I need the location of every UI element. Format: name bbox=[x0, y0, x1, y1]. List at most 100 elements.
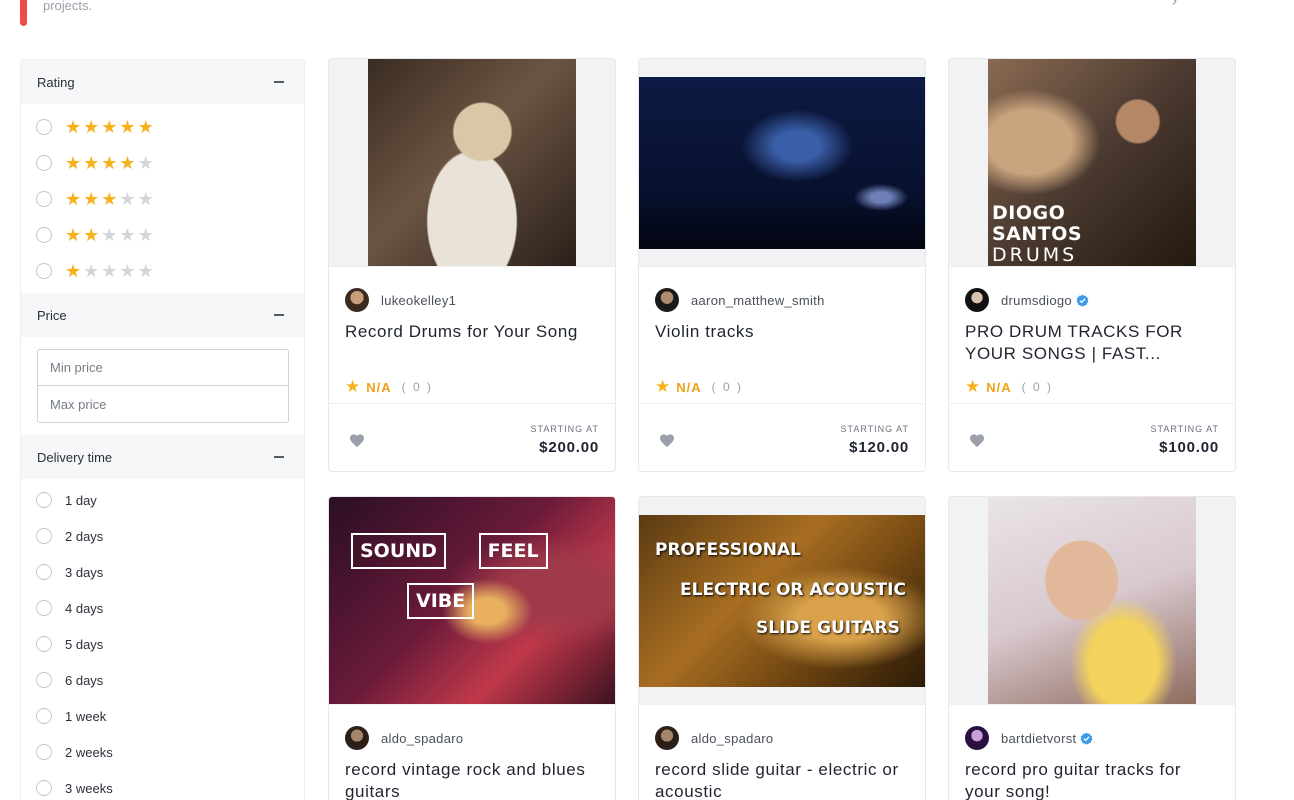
minus-icon[interactable] bbox=[274, 314, 284, 316]
gig-card[interactable]: bartdietvorst record pro guitar tracks f… bbox=[948, 496, 1236, 800]
seller-name[interactable]: bartdietvorst bbox=[1001, 731, 1076, 746]
verified-badge-icon bbox=[1081, 732, 1093, 745]
radio-button[interactable] bbox=[36, 600, 52, 616]
radio-button[interactable] bbox=[36, 227, 52, 243]
star-rating-5: ★ ★ ★ ★ ★ bbox=[65, 117, 154, 137]
price-label: STARTING AT bbox=[840, 424, 909, 434]
rating-option-1[interactable]: ★ ★ ★ ★ ★ bbox=[21, 253, 304, 289]
delivery-filter-header[interactable]: Delivery time bbox=[21, 435, 304, 479]
star-rating-1: ★ ★ ★ ★ ★ bbox=[65, 261, 154, 281]
price-inputs bbox=[21, 337, 304, 435]
guitarist-selfie-photo bbox=[988, 497, 1196, 704]
banner-right-text: y bbox=[1172, 0, 1179, 5]
gig-title[interactable]: PRO DRUM TRACKS FOR YOUR SONGS | FAST... bbox=[949, 315, 1235, 371]
delivery-option[interactable]: 3 days bbox=[21, 554, 304, 590]
gig-title[interactable]: Record Drums for Your Song bbox=[329, 315, 615, 371]
price-value: $120.00 bbox=[849, 439, 909, 456]
avatar[interactable] bbox=[965, 288, 989, 312]
delivery-filter-title: Delivery time bbox=[37, 449, 113, 465]
gig-card[interactable]: PROFESSIONAL ELECTRIC OR ACOUSTIC SLIDE … bbox=[638, 496, 926, 800]
max-price-input[interactable] bbox=[37, 386, 289, 423]
delivery-option[interactable]: 1 week bbox=[21, 698, 304, 734]
seller-name[interactable]: lukeokelley1 bbox=[381, 293, 456, 308]
heart-icon[interactable] bbox=[349, 433, 365, 448]
radio-button[interactable] bbox=[36, 564, 52, 580]
gig-card[interactable]: DIOGO SANTOS DRUMS drumsdiogo PRO DRUM T… bbox=[948, 58, 1236, 472]
star-rating-3: ★ ★ ★ ★ ★ bbox=[65, 189, 154, 209]
seller-name[interactable]: aldo_spadaro bbox=[691, 731, 773, 746]
delivery-option-label: 3 weeks bbox=[65, 780, 113, 796]
delivery-option-label: 6 days bbox=[65, 672, 104, 688]
rating-option-3[interactable]: ★ ★ ★ ★ ★ bbox=[21, 181, 304, 217]
rating-option-2[interactable]: ★ ★ ★ ★ ★ bbox=[21, 217, 304, 253]
gig-thumbnail[interactable] bbox=[329, 59, 615, 267]
gig-card[interactable]: SOUND FEEL VIBE aldo_spadaro record vint… bbox=[328, 496, 616, 800]
card-footer: STARTING AT $200.00 bbox=[329, 403, 615, 471]
star-icon: ★ bbox=[345, 377, 361, 396]
price-value: $200.00 bbox=[539, 439, 599, 456]
rating-value: N/A bbox=[986, 379, 1012, 395]
radio-button[interactable] bbox=[36, 263, 52, 279]
thumbnail-caption: DIOGO SANTOS DRUMS bbox=[992, 202, 1083, 266]
info-banner: projects. y bbox=[0, 0, 1294, 28]
review-count: ( 0 ) bbox=[1021, 380, 1053, 394]
delivery-option[interactable]: 3 weeks bbox=[21, 770, 304, 800]
minus-icon[interactable] bbox=[274, 456, 284, 458]
minus-icon[interactable] bbox=[274, 81, 284, 83]
delivery-option[interactable]: 5 days bbox=[21, 626, 304, 662]
drummer-photo bbox=[368, 59, 576, 266]
price-filter-title: Price bbox=[37, 307, 67, 323]
avatar[interactable] bbox=[655, 288, 679, 312]
banner-text: projects. bbox=[43, 0, 93, 13]
gig-thumbnail[interactable]: DIOGO SANTOS DRUMS bbox=[949, 59, 1235, 267]
gig-thumbnail[interactable] bbox=[639, 59, 925, 267]
radio-button[interactable] bbox=[36, 492, 52, 508]
star-icon: ★ bbox=[655, 377, 671, 396]
star-rating-4: ★ ★ ★ ★ ★ bbox=[65, 153, 154, 173]
avatar[interactable] bbox=[655, 726, 679, 750]
star-icon: ★ bbox=[965, 377, 981, 396]
heart-icon[interactable] bbox=[969, 433, 985, 448]
avatar[interactable] bbox=[345, 288, 369, 312]
delivery-option[interactable]: 1 day bbox=[21, 482, 304, 518]
gig-card[interactable]: lukeokelley1 Record Drums for Your Song … bbox=[328, 58, 616, 472]
gig-thumbnail[interactable]: PROFESSIONAL ELECTRIC OR ACOUSTIC SLIDE … bbox=[639, 497, 925, 705]
radio-button[interactable] bbox=[36, 528, 52, 544]
gig-title[interactable]: record vintage rock and blues guitars bbox=[329, 753, 615, 800]
min-price-input[interactable] bbox=[37, 349, 289, 386]
radio-button[interactable] bbox=[36, 780, 52, 796]
price-filter-header[interactable]: Price bbox=[21, 293, 304, 337]
rating-filter-header[interactable]: Rating bbox=[21, 60, 304, 104]
delivery-option[interactable]: 2 days bbox=[21, 518, 304, 554]
avatar[interactable] bbox=[345, 726, 369, 750]
rating-option-5[interactable]: ★ ★ ★ ★ ★ bbox=[21, 109, 304, 145]
delivery-option[interactable]: 6 days bbox=[21, 662, 304, 698]
radio-button[interactable] bbox=[36, 672, 52, 688]
gig-thumbnail[interactable]: SOUND FEEL VIBE bbox=[329, 497, 615, 705]
heart-icon[interactable] bbox=[659, 433, 675, 448]
radio-button[interactable] bbox=[36, 119, 52, 135]
gig-rating: ★ N/A ( 0 ) bbox=[329, 371, 615, 403]
rating-option-4[interactable]: ★ ★ ★ ★ ★ bbox=[21, 145, 304, 181]
radio-button[interactable] bbox=[36, 708, 52, 724]
seller-name[interactable]: drumsdiogo bbox=[1001, 293, 1072, 308]
radio-button[interactable] bbox=[36, 155, 52, 171]
gig-title[interactable]: Violin tracks bbox=[639, 315, 925, 371]
delivery-option[interactable]: 2 weeks bbox=[21, 734, 304, 770]
radio-button[interactable] bbox=[36, 636, 52, 652]
delivery-option-label: 2 weeks bbox=[65, 744, 113, 760]
seller-info: lukeokelley1 bbox=[329, 267, 615, 315]
seller-name[interactable]: aldo_spadaro bbox=[381, 731, 463, 746]
gig-rating: ★ N/A ( 0 ) bbox=[949, 371, 1235, 403]
delivery-option-label: 4 days bbox=[65, 600, 104, 616]
avatar[interactable] bbox=[965, 726, 989, 750]
radio-button[interactable] bbox=[36, 191, 52, 207]
radio-button[interactable] bbox=[36, 744, 52, 760]
seller-name[interactable]: aaron_matthew_smith bbox=[691, 293, 825, 308]
gig-title[interactable]: record pro guitar tracks for your song! bbox=[949, 753, 1235, 800]
gig-card[interactable]: aaron_matthew_smith Violin tracks ★ N/A … bbox=[638, 58, 926, 472]
delivery-option[interactable]: 4 days bbox=[21, 590, 304, 626]
gig-thumbnail[interactable] bbox=[949, 497, 1235, 705]
rating-value: N/A bbox=[676, 379, 702, 395]
gig-title[interactable]: record slide guitar - electric or acoust… bbox=[639, 753, 925, 800]
